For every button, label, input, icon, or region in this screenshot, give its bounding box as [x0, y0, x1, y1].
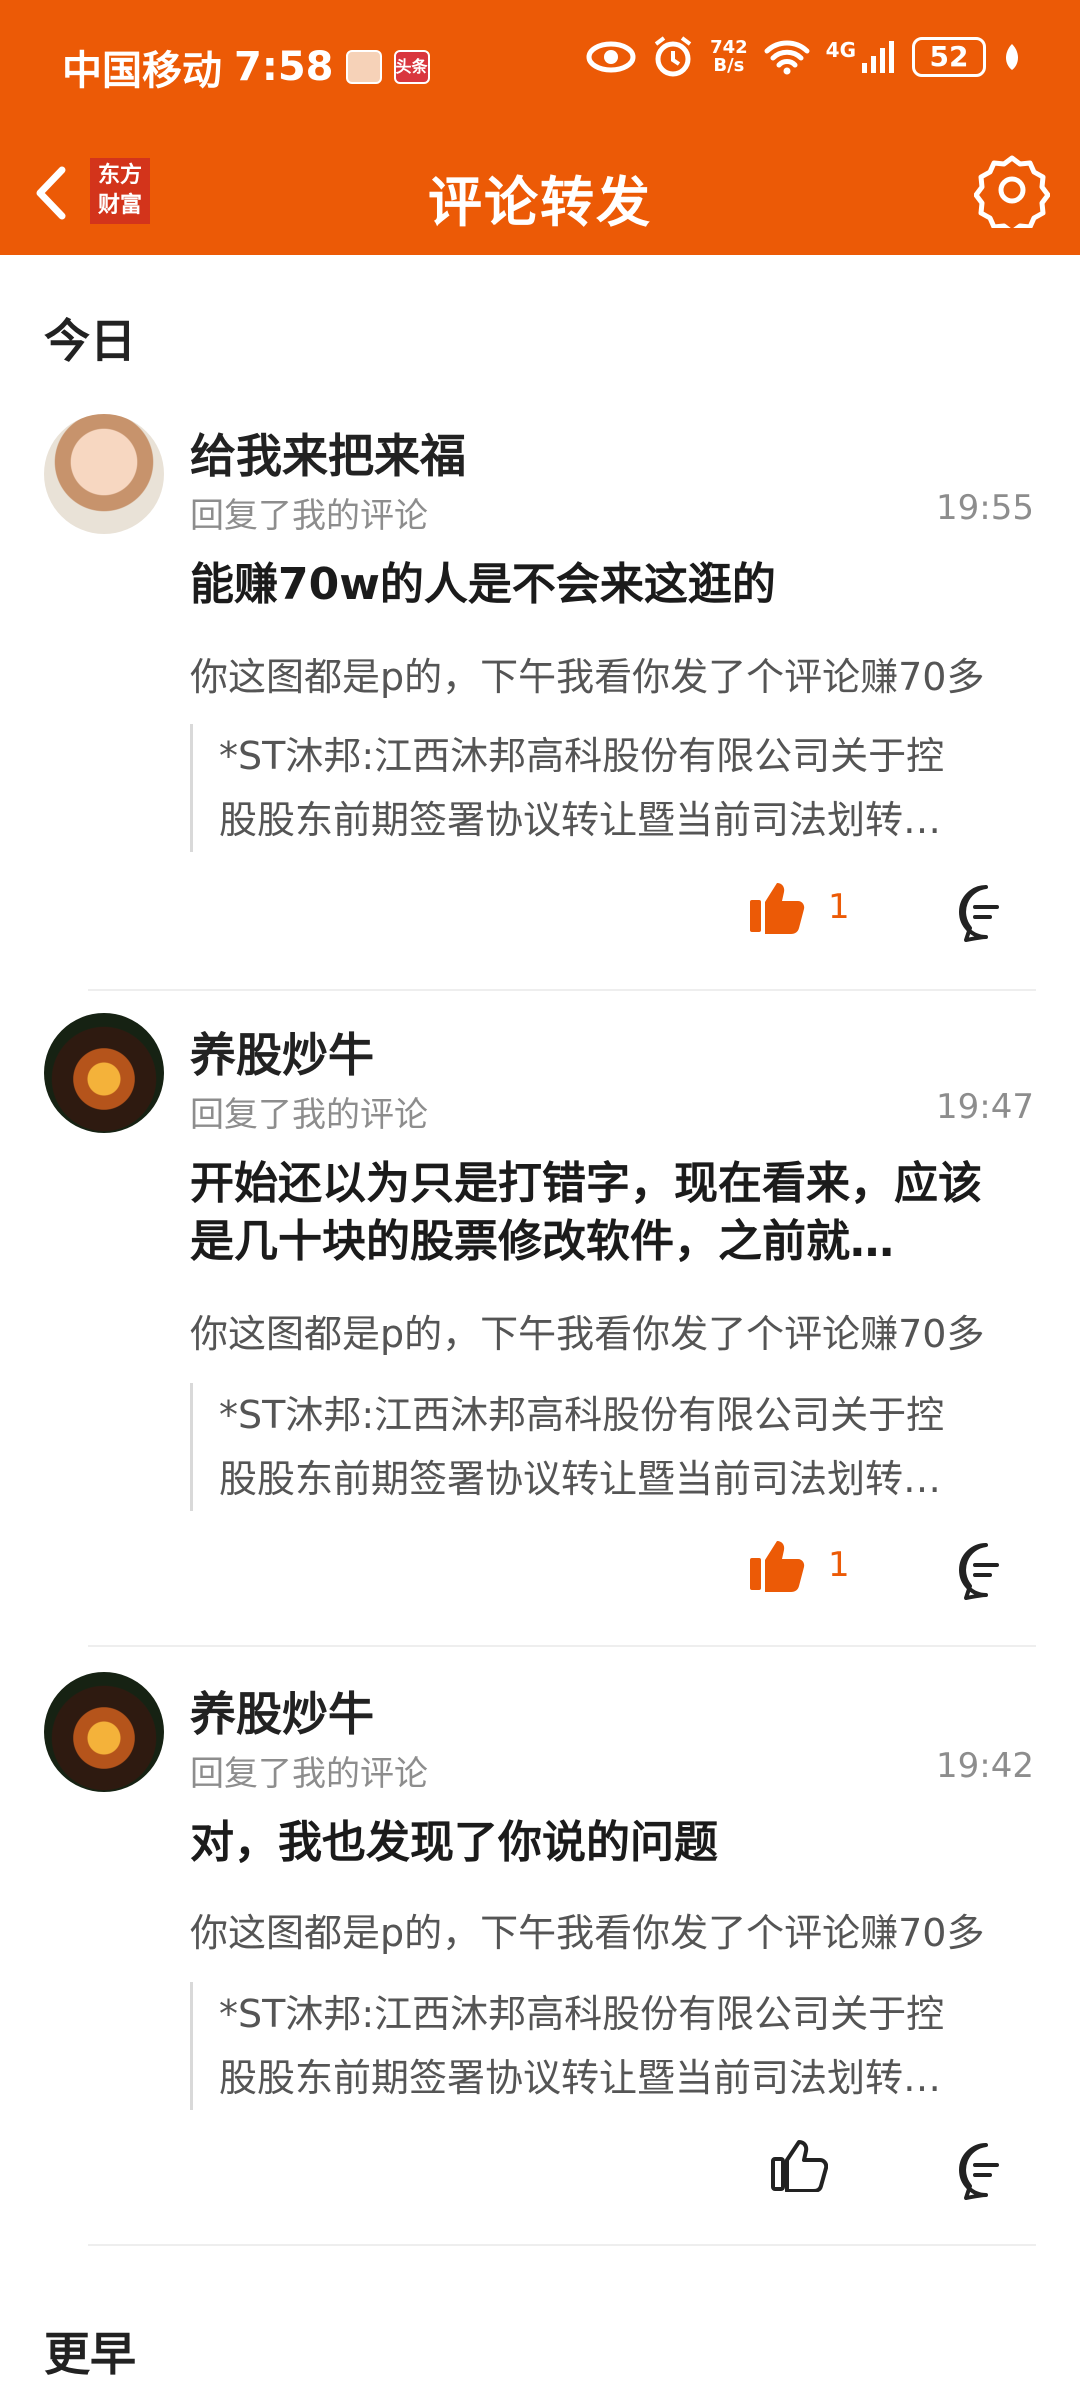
section-title-earlier: 更早 [44, 2327, 136, 2381]
leaf-icon [1006, 44, 1018, 70]
quoted-post[interactable]: *ST沐邦:江西沐邦高科股份有限公司关于控 股股东前期签署协议转让暨当前司法划转… [190, 724, 1020, 852]
status-right: 742 B/s 4G 52 [586, 36, 1022, 78]
thumbs-up-icon [750, 1541, 805, 1592]
quoted-post-line1: *ST沐邦:江西沐邦高科股份有限公司关于控 [219, 1393, 945, 1437]
reply-text[interactable]: 对，我也发现了你说的问题 [190, 1814, 1020, 1872]
like-button[interactable] [770, 2138, 850, 2192]
page-title: 评论转发 [428, 171, 652, 234]
username[interactable]: 养股炒牛 [190, 1678, 374, 1744]
toutiao-notification-icon: 头条 [393, 50, 430, 84]
reply-text[interactable]: 能赚70w的人是不会来这逛的 [190, 556, 1020, 614]
quoted-post-line1: *ST沐邦:江西沐邦高科股份有限公司关于控 [219, 1992, 945, 2036]
net-speed: 742 B/s [710, 39, 748, 75]
comment-icon[interactable] [956, 2140, 1016, 2200]
item-actions: 1 [0, 1538, 1080, 1608]
reply-label: 回复了我的评论 [190, 496, 428, 536]
status-bar: 中国移动 7:58 头条 742 B/s 4G 52 [0, 0, 1080, 130]
like-button[interactable]: 1 [748, 880, 850, 934]
timestamp: 19:42 [936, 1746, 1034, 1786]
item-actions [0, 2138, 1080, 2208]
section-title-today: 今日 [44, 314, 136, 368]
original-comment[interactable]: 你这图都是p的，下午我看你发了个评论赚70多 [190, 1902, 1035, 1957]
like-count: 1 [828, 887, 850, 927]
original-comment[interactable]: 你这图都是p的，下午我看你发了个评论赚70多 [190, 1303, 1035, 1358]
quoted-post-line2: 股股东前期签署协议转让暨当前司法划转… [219, 2056, 942, 2100]
signal-icon [862, 41, 894, 73]
divider [88, 1645, 1036, 1647]
network-type: 4G [825, 38, 856, 62]
top-bar: 中国移动 7:58 头条 742 B/s 4G 52 东方 财富 评论转发 [0, 0, 1080, 255]
item-actions: 1 [0, 880, 1080, 950]
thumbs-up-outline-icon [771, 2140, 828, 2192]
battery-indicator: 52 [912, 37, 986, 77]
quoted-post[interactable]: *ST沐邦:江西沐邦高科股份有限公司关于控 股股东前期签署协议转让暨当前司法划转… [190, 1383, 1020, 1511]
thumbs-up-icon [750, 883, 805, 934]
like-count: 1 [828, 1545, 850, 1585]
divider [88, 2244, 1036, 2246]
quoted-post[interactable]: *ST沐邦:江西沐邦高科股份有限公司关于控 股股东前期签署协议转让暨当前司法划转… [190, 1982, 1020, 2110]
reply-label: 回复了我的评论 [190, 1095, 428, 1135]
clock: 7:58 [234, 44, 334, 90]
timestamp: 19:55 [936, 488, 1034, 528]
net-speed-unit: B/s [713, 55, 745, 76]
quoted-post-line2: 股股东前期签署协议转让暨当前司法划转… [219, 1457, 942, 1501]
eye-icon [586, 41, 636, 73]
comment-icon[interactable] [956, 1540, 1016, 1600]
username[interactable]: 给我来把来福 [190, 420, 466, 486]
app-header: 东方 财富 评论转发 [0, 130, 1080, 255]
avatar[interactable] [44, 1672, 164, 1792]
wifi-icon [764, 40, 810, 75]
status-left: 中国移动 7:58 头条 [62, 38, 430, 96]
alarm-icon [654, 36, 692, 77]
timestamp: 19:47 [936, 1087, 1034, 1127]
username[interactable]: 养股炒牛 [190, 1019, 374, 1085]
quoted-post-line1: *ST沐邦:江西沐邦高科股份有限公司关于控 [219, 734, 945, 778]
gear-icon[interactable] [974, 152, 1050, 228]
reply-label: 回复了我的评论 [190, 1754, 428, 1794]
original-comment[interactable]: 你这图都是p的，下午我看你发了个评论赚70多 [190, 646, 1035, 701]
avatar[interactable] [44, 1013, 164, 1133]
divider [88, 989, 1036, 991]
carrier-label: 中国移动 [62, 48, 222, 94]
quoted-post-line2: 股股东前期签署协议转让暨当前司法划转… [219, 798, 942, 842]
like-button[interactable]: 1 [748, 1538, 850, 1592]
comment-icon[interactable] [956, 882, 1016, 942]
app-notification-icon [345, 50, 382, 84]
avatar[interactable] [44, 414, 164, 534]
reply-text[interactable]: 开始还以为只是打错字，现在看来，应该是几十块的股票修改软件，之前就… [190, 1155, 1020, 1271]
